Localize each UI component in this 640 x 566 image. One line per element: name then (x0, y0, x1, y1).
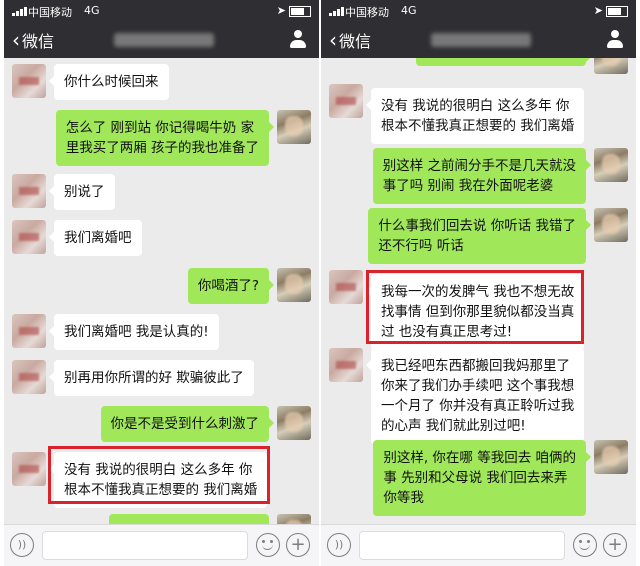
incoming-bubble: 别说了 (49, 174, 115, 210)
signal-icon (329, 6, 345, 16)
carrier-label: 中国移动 (345, 6, 389, 19)
input-bar: )) + (4, 524, 319, 566)
avatar[interactable] (594, 58, 628, 74)
location-icon: ➤ (276, 4, 289, 17)
outgoing-bubble (109, 514, 269, 524)
avatar[interactable] (277, 406, 311, 440)
avatar[interactable] (594, 208, 628, 242)
avatar[interactable] (12, 452, 46, 486)
highlight-box (48, 446, 270, 504)
emoji-icon[interactable] (573, 533, 597, 557)
outgoing-bubble: 你是不是受到什么刺激了 (100, 406, 274, 442)
incoming-bubble: 别再用你所谓的好 欺骗彼此了 (49, 360, 254, 396)
person-icon[interactable] (289, 30, 307, 50)
outgoing-bubble: 别这样, 你在哪 等我回去 咱俩的 事 先别和父母说 我们回去来弄 你等我 (373, 440, 591, 516)
outgoing-bubble: 怎么了 刚到站 你记得喝牛奶 家 里我买了两厢 孩子的我也准备了 (55, 110, 275, 166)
avatar[interactable] (277, 514, 311, 524)
contact-name-blurred (114, 33, 214, 47)
outgoing-bubble: 别这样 之前闹分手不是几天就没 事了吗 别闹 我在外面呢老婆 (372, 148, 592, 204)
outgoing-bubble (416, 58, 591, 66)
signal-icon (12, 6, 28, 16)
avatar[interactable] (277, 110, 311, 144)
input-bar: )) + (321, 524, 636, 566)
back-label: 微信 (22, 32, 55, 51)
incoming-bubble: 没有 我说的很明白 这么多年 你 根本不懂我真正想要的 我们离婚 (365, 88, 585, 144)
chevron-left-icon: ‹ (12, 28, 20, 52)
network-type: 4G (84, 4, 100, 17)
incoming-bubble: 我们离婚吧 我是认真的! (49, 314, 219, 350)
status-bar: 中国移动 4G ➤ (4, 0, 319, 22)
contact-name-blurred (431, 33, 531, 47)
nav-bar: ‹ 微信 (321, 22, 636, 58)
voice-icon[interactable]: )) (10, 533, 34, 557)
status-bar: 中国移动 4G ➤ (321, 0, 636, 22)
message-list: 你什么时候回来 怎么了 刚到站 你记得喝牛奶 家 里我买了两厢 孩子的我也准备了… (4, 58, 319, 524)
avatar[interactable] (329, 348, 363, 382)
emoji-icon[interactable] (256, 533, 280, 557)
back-label: 微信 (339, 32, 372, 51)
chevron-left-icon: ‹ (329, 28, 337, 52)
message-list: 没有 我说的很明白 这么多年 你 根本不懂我真正想要的 我们离婚 别这样 之前闹… (321, 58, 636, 524)
outgoing-bubble: 你喝酒了? (187, 268, 275, 304)
battery-icon (289, 5, 311, 17)
person-icon[interactable] (606, 30, 624, 50)
voice-icon[interactable]: )) (327, 533, 351, 557)
nav-bar: ‹ 微信 (4, 22, 319, 58)
avatar[interactable] (329, 270, 363, 304)
avatar[interactable] (277, 268, 311, 302)
avatar[interactable] (12, 64, 46, 98)
location-icon: ➤ (593, 4, 606, 17)
carrier-label: 中国移动 (28, 6, 72, 19)
plus-icon[interactable]: + (286, 533, 310, 557)
incoming-bubble: 我已经吧东西都搬回我妈那里了 你来了我们办手续吧 这个事我想 一个月了 你并没有… (365, 348, 585, 444)
avatar[interactable] (594, 148, 628, 182)
message-input[interactable] (42, 531, 248, 560)
chat-screen-right: 中国移动 4G ➤ ‹ 微信 没有 我说的很明白 这么多年 你 根本不懂我真正想… (321, 0, 636, 566)
plus-icon[interactable]: + (603, 533, 627, 557)
avatar[interactable] (594, 440, 628, 474)
avatar[interactable] (329, 84, 363, 118)
highlight-box (366, 270, 584, 344)
incoming-bubble: 我们离婚吧 (49, 220, 142, 256)
avatar[interactable] (12, 174, 46, 208)
back-button[interactable]: ‹ 微信 (12, 28, 54, 52)
message-input[interactable] (359, 531, 565, 560)
avatar[interactable] (12, 314, 46, 348)
back-button[interactable]: ‹ 微信 (329, 28, 371, 52)
outgoing-bubble: 什么事我们回去说 你听话 我错了 还不行吗 听话 (368, 208, 591, 264)
avatar[interactable] (12, 360, 46, 394)
network-type: 4G (401, 4, 417, 17)
battery-icon (606, 5, 628, 17)
incoming-bubble: 你什么时候回来 (49, 64, 169, 100)
avatar[interactable] (12, 220, 46, 254)
chat-screen-left: 中国移动 4G ➤ ‹ 微信 你什么时候回来 怎么了 刚到站 你记得喝牛奶 家 … (4, 0, 319, 566)
